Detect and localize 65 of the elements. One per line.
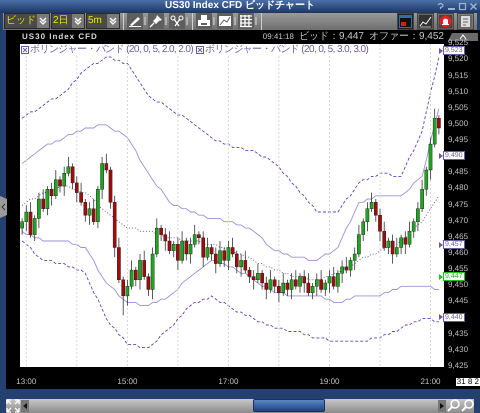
window-title: US30 Index CFD ビッドチャート: [164, 1, 316, 12]
marker-arrow-icon: [439, 274, 443, 280]
scroll-left-icon[interactable]: [21, 400, 29, 412]
document-icon[interactable]: [457, 12, 474, 30]
price-label: 9,525: [448, 39, 468, 46]
time-label: 19:00: [318, 378, 341, 386]
double-chevron-icon[interactable]: [37, 14, 49, 28]
dropdown[interactable]: 5m: [86, 13, 120, 30]
price-label: 9,495: [448, 136, 468, 144]
dropdown[interactable]: ビッド: [4, 13, 50, 30]
price-label: 9,425: [448, 362, 468, 370]
price-label: 9,480: [448, 184, 468, 192]
price-label: 9,510: [448, 88, 468, 95]
symbol-label: US30 Index CFD: [22, 32, 98, 41]
marker-arrow-icon: [439, 152, 443, 159]
pin-icon[interactable]: [148, 13, 164, 30]
bell-icon[interactable]: [437, 12, 454, 30]
double-chevron-icon[interactable]: [107, 14, 119, 28]
price-label: 9,515: [448, 72, 468, 78]
printer-icon[interactable]: [196, 13, 212, 30]
scissors-icon[interactable]: [169, 13, 185, 30]
side-tab-icon[interactable]: [0, 196, 7, 218]
bid-label: ビッド：9,447: [298, 32, 364, 42]
help-icon[interactable]: [436, 2, 445, 11]
price-label: 9,470: [448, 216, 468, 224]
price-label: 9,460: [448, 249, 468, 256]
checkbox-icon[interactable]: [196, 46, 204, 54]
collapse-tab-icon[interactable]: [448, 32, 478, 41]
maximize-icon[interactable]: [458, 2, 467, 11]
time-label: 13:00: [15, 378, 38, 386]
marker-arrow-icon: [439, 48, 443, 54]
price-label: 9,520: [448, 55, 468, 62]
date-tag: 31 8 2: [456, 378, 480, 386]
price-label: 9,485: [448, 168, 468, 176]
marker-arrow-icon: [439, 242, 443, 248]
zoom-out-icon[interactable]: [461, 399, 474, 412]
price-label: 9,500: [448, 120, 468, 127]
dropdown[interactable]: 2日: [51, 13, 85, 30]
close-icon[interactable]: [469, 2, 478, 11]
price-label: 9,475: [448, 200, 468, 208]
time-label: 15:00: [116, 378, 138, 386]
pencil-icon[interactable]: [127, 13, 143, 30]
line-chart-icon[interactable]: [417, 12, 434, 30]
scroll-right-icon[interactable]: [438, 400, 446, 412]
offer-label: オファー：9,452: [368, 32, 444, 42]
scroll-thumb[interactable]: [253, 399, 325, 412]
expand-icon[interactable]: [6, 398, 20, 413]
price-label: 9,505: [448, 104, 468, 111]
chart-image-icon[interactable]: [217, 13, 233, 30]
double-chevron-icon[interactable]: [72, 14, 84, 28]
price-label: 9,450: [448, 281, 468, 288]
checkbox-icon[interactable]: [21, 46, 29, 54]
price-label: 9,445: [448, 297, 468, 304]
marker-arrow-icon: [439, 314, 443, 320]
time-label: 17:00: [217, 378, 240, 386]
price-label: 9,465: [448, 232, 468, 240]
time-label: 09:41:18: [262, 32, 294, 41]
grid-icon[interactable]: [238, 13, 254, 30]
price-label: 9,430: [448, 346, 468, 353]
price-label: 9,435: [448, 330, 468, 337]
time-label: 21:00: [419, 378, 442, 386]
legend-label: ボリンジャー・バンド (20, 0, 5, 3.0, 3.0): [205, 44, 368, 55]
price-label: 9,455: [448, 265, 468, 272]
legend-label: ボリンジャー・バンド (20, 0, 5, 2.0, 2.0): [30, 44, 194, 55]
window-layout-icon[interactable]: [397, 12, 414, 30]
